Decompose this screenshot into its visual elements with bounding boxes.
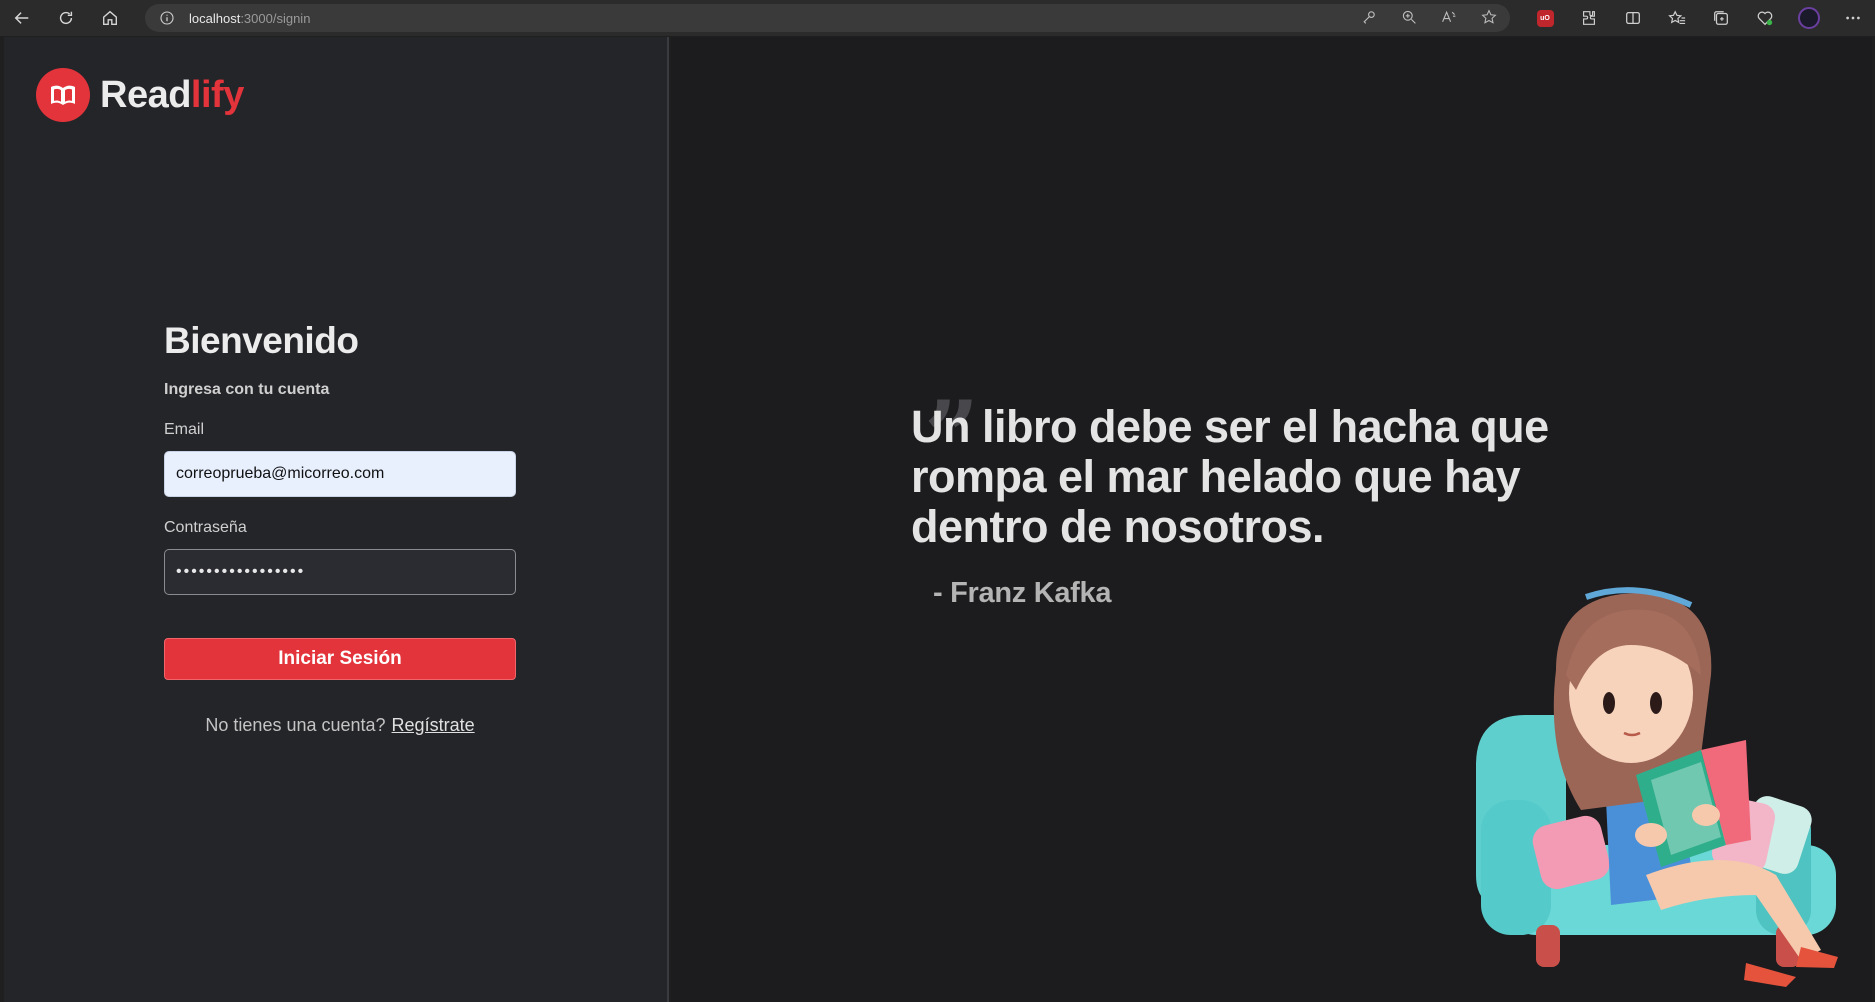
page-title: Bienvenido — [164, 320, 359, 361]
extensions-button[interactable] — [1567, 0, 1611, 36]
password-label: Contraseña — [164, 519, 247, 536]
page-subtitle: Ingresa con tu cuenta — [164, 381, 330, 398]
email-label: Email — [164, 421, 205, 438]
reload-button[interactable] — [44, 0, 88, 36]
login-panel: Readlify Bienvenido Ingresa con tu cuent… — [4, 37, 669, 1002]
ublock-button[interactable]: uO — [1523, 0, 1567, 36]
collections-button[interactable] — [1699, 0, 1743, 36]
sign-in-button[interactable]: Iniciar Sesión — [164, 638, 516, 680]
home-button[interactable] — [88, 0, 132, 36]
back-icon — [14, 12, 29, 24]
profile-icon — [1798, 7, 1820, 29]
signup-prompt-text: No tienes una cuenta? — [205, 715, 386, 735]
page: Readlify Bienvenido Ingresa con tu cuent… — [4, 37, 1872, 1002]
ublock-icon: uO — [1536, 9, 1554, 27]
reload-icon — [59, 11, 73, 25]
password-field[interactable] — [164, 549, 516, 595]
email-field[interactable] — [164, 451, 516, 497]
address-bar[interactable]: localhost:3000/signin — [145, 4, 1510, 32]
more-button[interactable] — [1831, 0, 1875, 36]
collections-icon — [1714, 11, 1728, 25]
back-button[interactable] — [0, 0, 44, 36]
favorites-button[interactable] — [1655, 0, 1699, 36]
browser-toolbar: localhost:3000/signin uO — [0, 0, 1875, 36]
extensions-icon — [1583, 11, 1595, 25]
info-icon[interactable] — [159, 10, 175, 26]
split-screen-icon — [1626, 11, 1640, 25]
signup-prompt: No tienes una cuenta? Regístrate — [164, 715, 516, 736]
home-icon — [103, 10, 117, 25]
quote-text: Un libro debe ser el hacha que rompa el … — [911, 401, 1549, 552]
zoom-icon[interactable] — [1400, 8, 1418, 26]
key-icon[interactable] — [1360, 8, 1378, 26]
hero-panel: ” Un libro debe ser el hacha que rompa e… — [671, 37, 1872, 1002]
reading-girl-illustration — [1476, 587, 1838, 987]
read-aloud-icon[interactable] — [1440, 8, 1458, 26]
favorites-icon — [1668, 10, 1686, 24]
url-text: localhost:3000/signin — [189, 10, 311, 26]
star-icon[interactable] — [1480, 8, 1498, 26]
book-icon — [36, 68, 90, 122]
performance-icon — [1757, 11, 1773, 26]
signup-link[interactable]: Regístrate — [392, 715, 475, 735]
more-icon — [1846, 16, 1860, 20]
brand-name: Readlify — [100, 73, 244, 116]
profile-button[interactable] — [1787, 0, 1831, 36]
quote-author: - Franz Kafka — [933, 577, 1112, 609]
split-screen-button[interactable] — [1611, 0, 1655, 36]
brand-logo[interactable]: Readlify — [36, 68, 244, 122]
performance-button[interactable] — [1743, 0, 1787, 36]
